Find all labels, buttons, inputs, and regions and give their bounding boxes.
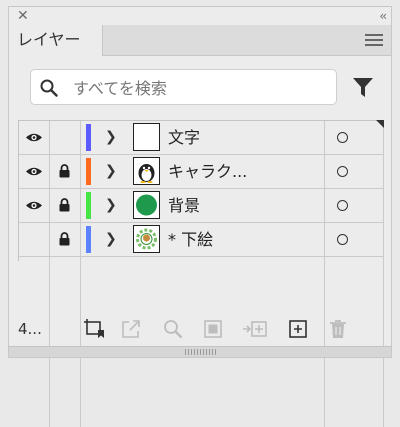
locate-icon[interactable] xyxy=(163,319,183,339)
target-circle-icon[interactable] xyxy=(337,234,348,245)
visibility-toggle[interactable] xyxy=(19,155,50,188)
collapse-icon[interactable]: ‹‹ xyxy=(379,7,386,25)
clipping-mask-icon[interactable] xyxy=(203,319,223,339)
layer-thumbnail xyxy=(133,123,160,151)
artboard-collect-icon[interactable] xyxy=(84,319,106,339)
layer-thumbnail xyxy=(133,157,160,185)
chevron-right-icon[interactable]: ❯ xyxy=(105,223,117,256)
panel-footer: 4... xyxy=(9,314,391,344)
grip-lines-icon xyxy=(185,349,217,355)
hamburger-icon[interactable] xyxy=(365,34,383,49)
target-cell[interactable] xyxy=(324,189,384,222)
target-circle-icon[interactable] xyxy=(337,132,348,143)
search-input[interactable] xyxy=(71,73,325,103)
layer-color-bar xyxy=(86,124,91,151)
target-circle-icon[interactable] xyxy=(337,166,348,177)
target-cell[interactable] xyxy=(324,155,384,188)
visibility-toggle[interactable] xyxy=(19,223,50,256)
lock-toggle[interactable] xyxy=(49,121,81,154)
target-circle-icon[interactable] xyxy=(337,200,348,211)
green-circle-thumbnail-icon xyxy=(136,194,157,216)
layer-color-bar xyxy=(86,192,91,219)
layer-row[interactable]: ❯ 背景 xyxy=(19,189,384,223)
layer-name[interactable]: 文字 xyxy=(168,121,200,154)
layer-name[interactable]: * 下絵 xyxy=(168,223,213,256)
tab-layers[interactable]: レイヤー xyxy=(9,25,103,56)
chevron-right-icon[interactable]: ❯ xyxy=(105,189,117,222)
panel-titlebar: ✕ ‹‹ xyxy=(9,7,391,25)
filter-icon[interactable] xyxy=(352,77,374,99)
export-icon[interactable] xyxy=(121,319,141,339)
search-box xyxy=(30,69,337,105)
target-cell[interactable] xyxy=(324,120,384,154)
close-icon[interactable]: ✕ xyxy=(17,7,29,25)
lock-toggle[interactable] xyxy=(49,223,81,256)
penguin-thumbnail-icon xyxy=(138,164,155,183)
layer-row[interactable]: ❯ キャラク... xyxy=(19,155,384,189)
lock-icon xyxy=(59,232,70,246)
search-icon xyxy=(40,79,58,97)
chevron-right-icon[interactable]: ❯ xyxy=(105,121,117,154)
eye-icon xyxy=(26,201,42,210)
layer-thumbnail xyxy=(133,225,160,253)
lock-icon xyxy=(59,198,70,212)
lock-toggle[interactable] xyxy=(49,155,81,188)
tab-row: レイヤー xyxy=(9,25,391,56)
layer-count: 4... xyxy=(18,320,42,338)
eye-icon xyxy=(26,133,42,142)
add-to-layer-icon[interactable] xyxy=(242,319,268,339)
layer-name[interactable]: 背景 xyxy=(168,189,200,222)
new-layer-icon[interactable] xyxy=(288,319,308,339)
visibility-toggle[interactable] xyxy=(19,121,50,154)
layer-thumbnail xyxy=(133,191,160,219)
layer-row[interactable]: ❯ * 下絵 xyxy=(19,223,384,257)
sketch-thumbnail-icon xyxy=(136,228,157,250)
layer-color-bar xyxy=(86,226,91,253)
layers-list: ❯ 文字 ❯ キャラク... ❯ 背景 ❯ * 下絵 xyxy=(18,120,384,427)
layer-color-bar xyxy=(86,158,91,185)
lock-icon xyxy=(59,164,70,178)
eye-icon xyxy=(26,167,42,176)
target-cell[interactable] xyxy=(324,223,384,256)
layer-name[interactable]: キャラク... xyxy=(168,155,247,188)
chevron-right-icon[interactable]: ❯ xyxy=(105,155,117,188)
selection-corner-icon xyxy=(376,120,384,128)
lock-toggle[interactable] xyxy=(49,189,81,222)
resize-grip[interactable] xyxy=(9,346,391,357)
layers-panel: ✕ ‹‹ レイヤー ❯ 文字 xyxy=(8,6,392,427)
layer-row[interactable]: ❯ 文字 xyxy=(19,120,384,155)
visibility-toggle[interactable] xyxy=(19,189,50,222)
delete-icon[interactable] xyxy=(329,319,347,339)
